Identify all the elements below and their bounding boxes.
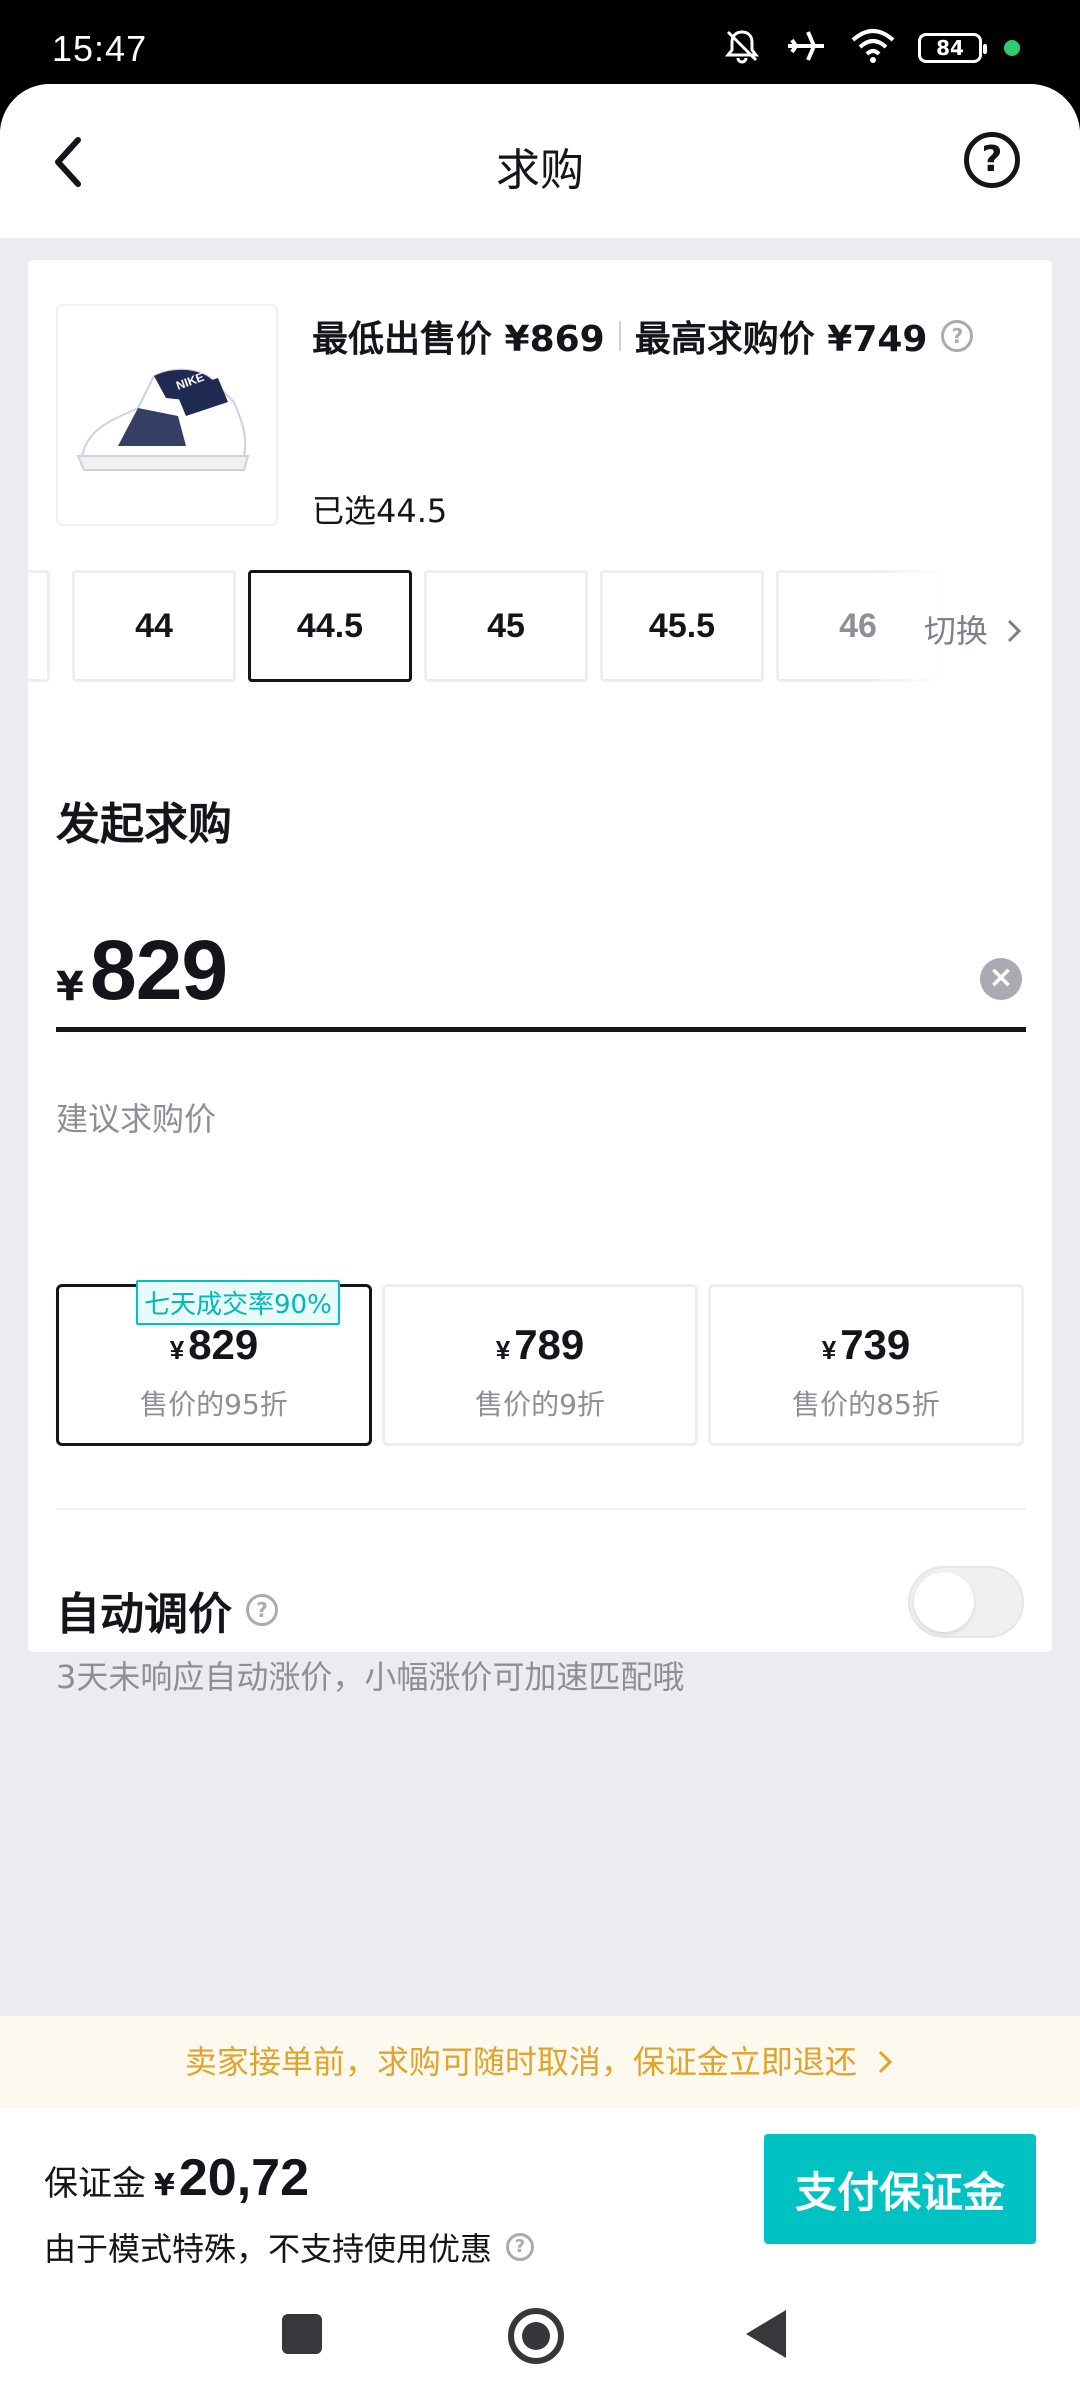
price-summary: 最低出售价 ¥869 最高求购价 ¥749 ? [312, 310, 974, 362]
battery-icon: 84 [918, 33, 987, 63]
question-icon[interactable]: ? [941, 320, 974, 352]
size-option[interactable]: 45.5 [600, 570, 764, 682]
airplane-icon [784, 26, 828, 70]
mute-bell-icon [722, 26, 762, 70]
suggestion-discount: 售价的9折 [475, 1388, 605, 1421]
question-circle-icon[interactable]: ? [964, 132, 1020, 188]
switch-size-link[interactable]: 切换 [924, 606, 1024, 652]
system-nav-bar [0, 2288, 1080, 2398]
recents-icon[interactable] [282, 2314, 322, 2354]
suggestion-discount: 售价的95折 [140, 1388, 288, 1421]
currency-symbol: ¥ [154, 2168, 175, 2203]
auto-adjust-label: 自动调价 [56, 1589, 232, 1640]
currency-symbol: ¥ [821, 1335, 837, 1365]
deposit-note-text: 由于模式特殊，不支持使用优惠 [44, 2230, 493, 2268]
auto-adjust-toggle[interactable] [908, 1566, 1024, 1638]
pay-deposit-button[interactable]: 支付保证金 [764, 2134, 1036, 2244]
deposit-label: 保证金 [44, 2164, 146, 2204]
size-selector: 44 44.5 45 45.5 46 切换 [28, 570, 1052, 682]
product-image: NIKE [56, 304, 278, 526]
notice-text: 卖家接单前，求购可随时取消，保证金立即退还 [184, 2043, 857, 2081]
lowest-ask-price: 最低出售价 ¥869 [312, 319, 605, 360]
auto-adjust-title: 自动调价 ? [56, 1578, 278, 1642]
nav-bar: 求购 ? [0, 84, 1080, 238]
selected-size-text: 已选44.5 [312, 492, 448, 530]
deposit-amount: 20,72 [178, 2149, 310, 2207]
suggestion-price: 789 [514, 1321, 585, 1368]
switch-label: 切换 [923, 612, 988, 650]
currency-symbol: ¥ [56, 964, 84, 1010]
question-icon[interactable]: ? [246, 1594, 278, 1626]
wifi-icon [850, 28, 896, 68]
bid-price-value[interactable]: 829 [90, 922, 228, 1019]
deposit-row: 保证金 ¥ 20,72 [44, 2148, 309, 2208]
suggestion-price: 739 [840, 1321, 911, 1368]
app-screen: 求购 ? NIKE 最低出售价 ¥869 最高求购价 ¥749 ? 已选44.5… [0, 84, 1080, 2400]
back-triangle-icon[interactable] [746, 2310, 786, 2358]
status-time: 15:47 [52, 28, 148, 69]
cancel-notice-banner[interactable]: 卖家接单前，求购可随时取消，保证金立即退还 [0, 2016, 1080, 2108]
currency-symbol: ¥ [169, 1335, 185, 1365]
size-option-selected[interactable]: 44.5 [248, 570, 412, 682]
chevron-right-icon [867, 2043, 895, 2081]
suggestion-discount: 售价的85折 [792, 1388, 940, 1421]
size-option[interactable]: 45 [424, 570, 588, 682]
suggestion-option[interactable]: ¥739 售价的85折 [708, 1284, 1024, 1446]
bid-price-input[interactable]: ¥ 829 × [56, 923, 1026, 1032]
divider [56, 1508, 1026, 1510]
currency-symbol: ¥ [495, 1335, 511, 1365]
bottom-bar: 保证金 ¥ 20,72 由于模式特殊，不支持使用优惠 ? 支付保证金 [0, 2108, 1080, 2400]
section-title: 发起求购 [56, 799, 232, 850]
suggest-label: 建议求购价 [56, 1100, 217, 1138]
clear-icon[interactable]: × [980, 958, 1022, 1000]
status-icons: 84 [722, 26, 1020, 70]
size-option-partial[interactable] [28, 570, 50, 682]
suggestion-option[interactable]: ¥789 售价的9折 [382, 1284, 698, 1446]
page-title: 求购 [496, 145, 584, 196]
toggle-knob [914, 1572, 974, 1632]
privacy-indicator-dot [1004, 40, 1020, 56]
product-card: NIKE 最低出售价 ¥869 最高求购价 ¥749 ? 已选44.5 44 4… [28, 260, 1052, 810]
home-icon[interactable] [508, 2308, 564, 2364]
chevron-right-icon [998, 612, 1024, 650]
bid-card: 发起求购 ¥ 829 × 建议求购价 ¥829 售价的95折 ¥789 售价的9… [28, 748, 1052, 1696]
suggestion-price: 829 [188, 1321, 259, 1368]
deal-rate-badge: 七天成交率90% [136, 1280, 340, 1325]
deposit-note: 由于模式特殊，不支持使用优惠 ? [44, 2224, 535, 2270]
divider [618, 321, 621, 351]
status-bar: 15:47 84 [0, 0, 1080, 84]
question-icon[interactable]: ? [506, 2233, 535, 2261]
highest-bid-price: 最高求购价 ¥749 [634, 319, 928, 360]
auto-adjust-description: 3天未响应自动涨价，小幅涨价可加速匹配哦 [56, 1658, 685, 1696]
size-option[interactable]: 44 [72, 570, 236, 682]
